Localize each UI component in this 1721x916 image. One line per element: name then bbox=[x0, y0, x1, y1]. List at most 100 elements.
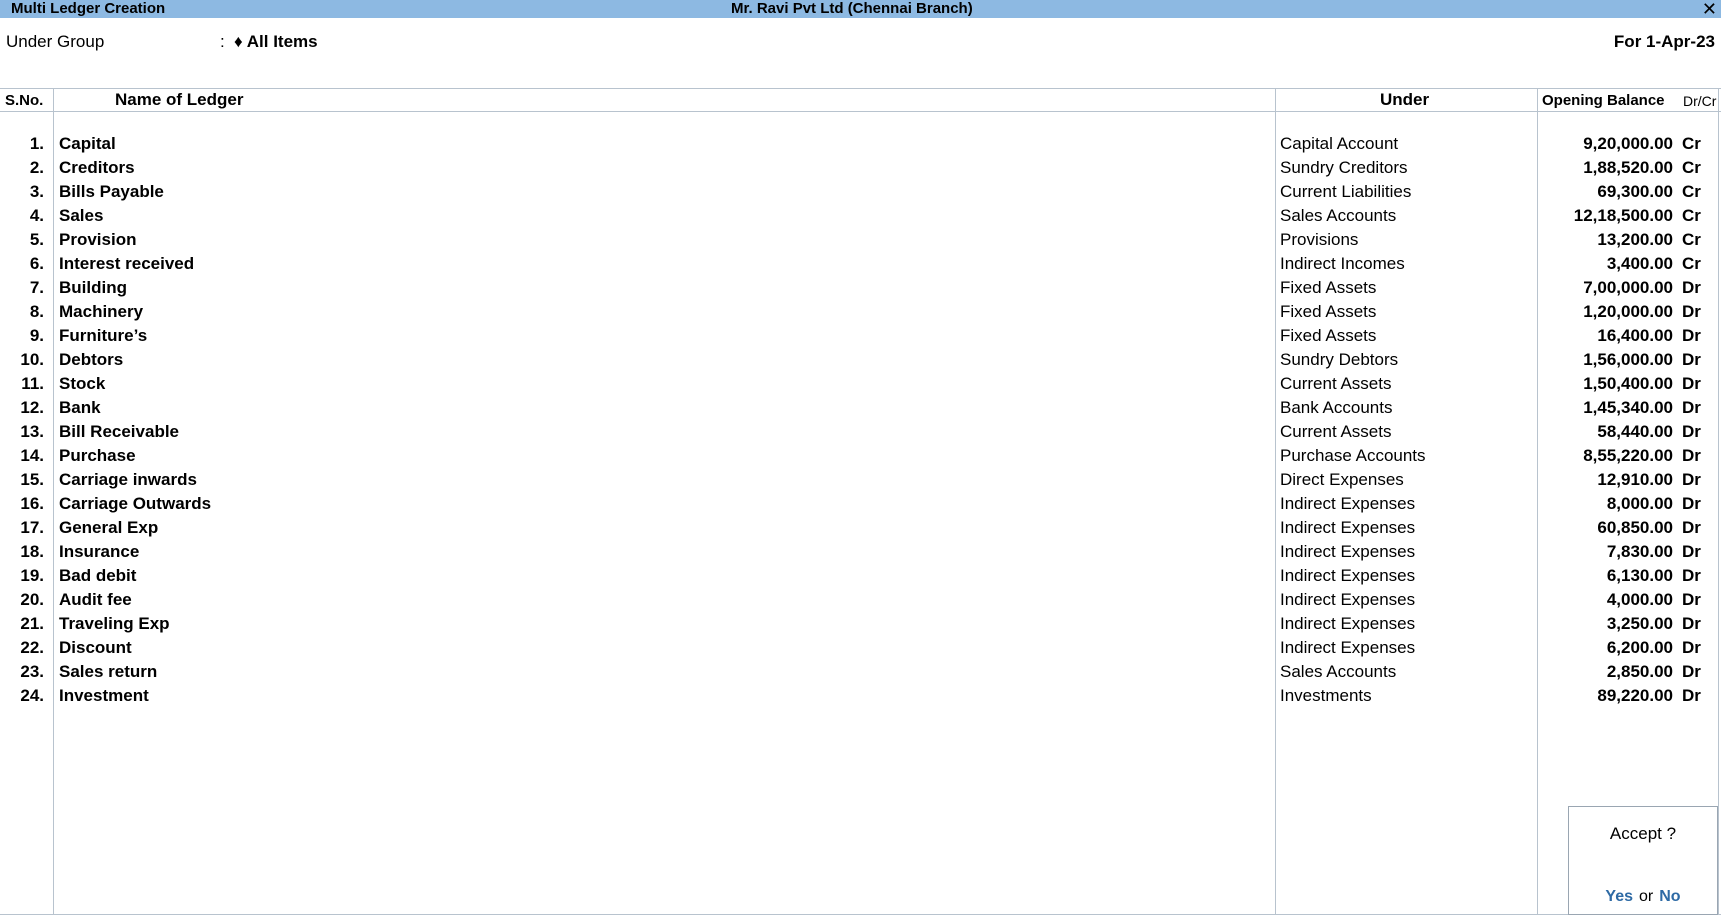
opening-balance-field[interactable]: 6,200.00 bbox=[1607, 636, 1673, 660]
ledger-group-field[interactable]: Provisions bbox=[1280, 228, 1358, 252]
opening-balance-field[interactable]: 12,910.00 bbox=[1597, 468, 1673, 492]
ledger-name-field[interactable]: Stock bbox=[59, 372, 105, 396]
drcr-field[interactable]: Cr bbox=[1682, 252, 1701, 276]
table-row[interactable]: 9. Furniture’s Fixed Assets 16,400.00 Dr bbox=[0, 324, 1721, 348]
ledger-name-field[interactable]: Sales bbox=[59, 204, 103, 228]
table-row[interactable]: 4. Sales Sales Accounts 12,18,500.00 Cr bbox=[0, 204, 1721, 228]
ledger-name-field[interactable]: Provision bbox=[59, 228, 136, 252]
opening-balance-field[interactable]: 1,20,000.00 bbox=[1583, 300, 1673, 324]
opening-balance-field[interactable]: 7,00,000.00 bbox=[1583, 276, 1673, 300]
drcr-field[interactable]: Dr bbox=[1682, 324, 1701, 348]
ledger-name-field[interactable]: Audit fee bbox=[59, 588, 132, 612]
opening-balance-field[interactable]: 3,250.00 bbox=[1607, 612, 1673, 636]
table-row[interactable]: 21. Traveling Exp Indirect Expenses 3,250.0… bbox=[0, 612, 1721, 636]
ledger-group-field[interactable]: Current Assets bbox=[1280, 420, 1392, 444]
ledger-group-field[interactable]: Current Liabilities bbox=[1280, 180, 1411, 204]
ledger-group-field[interactable]: Sales Accounts bbox=[1280, 204, 1396, 228]
ledger-name-field[interactable]: Carriage Outwards bbox=[59, 492, 211, 516]
opening-balance-field[interactable]: 3,400.00 bbox=[1607, 252, 1673, 276]
drcr-field[interactable]: Dr bbox=[1682, 564, 1701, 588]
opening-balance-field[interactable]: 8,55,220.00 bbox=[1583, 444, 1673, 468]
ledger-name-field[interactable]: Furniture’s bbox=[59, 324, 147, 348]
ledger-name-field[interactable]: Traveling Exp bbox=[59, 612, 170, 636]
ledger-group-field[interactable]: Indirect Incomes bbox=[1280, 252, 1405, 276]
ledger-group-field[interactable]: Sundry Creditors bbox=[1280, 156, 1408, 180]
drcr-field[interactable]: Dr bbox=[1682, 588, 1701, 612]
table-row[interactable]: 5. Provision Provisions 13,200.00 Cr bbox=[0, 228, 1721, 252]
ledger-group-field[interactable]: Direct Expenses bbox=[1280, 468, 1404, 492]
drcr-field[interactable]: Dr bbox=[1682, 420, 1701, 444]
drcr-field[interactable]: Cr bbox=[1682, 228, 1701, 252]
opening-balance-field[interactable]: 1,56,000.00 bbox=[1583, 348, 1673, 372]
no-button[interactable]: No bbox=[1659, 888, 1680, 905]
ledger-name-field[interactable]: Investment bbox=[59, 684, 149, 708]
table-row[interactable]: 10. Debtors Sundry Debtors 1,56,000.00 Dr bbox=[0, 348, 1721, 372]
drcr-field[interactable]: Cr bbox=[1682, 180, 1701, 204]
table-row[interactable]: 15. Carriage inwards Direct Expenses 12,910… bbox=[0, 468, 1721, 492]
drcr-field[interactable]: Dr bbox=[1682, 444, 1701, 468]
drcr-field[interactable]: Dr bbox=[1682, 612, 1701, 636]
opening-balance-field[interactable]: 7,830.00 bbox=[1607, 540, 1673, 564]
opening-balance-field[interactable]: 4,000.00 bbox=[1607, 588, 1673, 612]
table-row[interactable]: 20. Audit fee Indirect Expenses 4,000.00 Dr bbox=[0, 588, 1721, 612]
table-row[interactable]: 22. Discount Indirect Expenses 6,200.00 Dr bbox=[0, 636, 1721, 660]
opening-balance-field[interactable]: 9,20,000.00 bbox=[1583, 132, 1673, 156]
ledger-name-field[interactable]: Interest received bbox=[59, 252, 194, 276]
ledger-name-field[interactable]: Carriage inwards bbox=[59, 468, 197, 492]
ledger-name-field[interactable]: Bank bbox=[59, 396, 101, 420]
ledger-group-field[interactable]: Fixed Assets bbox=[1280, 324, 1376, 348]
ledger-group-field[interactable]: Indirect Expenses bbox=[1280, 588, 1415, 612]
ledger-name-field[interactable]: Sales return bbox=[59, 660, 157, 684]
drcr-field[interactable]: Dr bbox=[1682, 468, 1701, 492]
ledger-group-field[interactable]: Bank Accounts bbox=[1280, 396, 1392, 420]
ledger-group-field[interactable]: Indirect Expenses bbox=[1280, 564, 1415, 588]
ledger-name-field[interactable]: Bills Payable bbox=[59, 180, 164, 204]
ledger-group-field[interactable]: Purchase Accounts bbox=[1280, 444, 1426, 468]
drcr-field[interactable]: Dr bbox=[1682, 684, 1701, 708]
ledger-group-field[interactable]: Indirect Expenses bbox=[1280, 516, 1415, 540]
close-icon[interactable]: ✕ bbox=[1702, 0, 1717, 18]
drcr-field[interactable]: Dr bbox=[1682, 540, 1701, 564]
drcr-field[interactable]: Dr bbox=[1682, 276, 1701, 300]
table-row[interactable]: 12. Bank Bank Accounts 1,45,340.00 Dr bbox=[0, 396, 1721, 420]
ledger-name-field[interactable]: Creditors bbox=[59, 156, 135, 180]
table-row[interactable]: 16. Carriage Outwards Indirect Expenses 8,0… bbox=[0, 492, 1721, 516]
drcr-field[interactable]: Cr bbox=[1682, 132, 1701, 156]
table-row[interactable]: 24. Investment Investments 89,220.00 Dr bbox=[0, 684, 1721, 708]
drcr-field[interactable]: Cr bbox=[1682, 204, 1701, 228]
table-row[interactable]: 1. Capital Capital Account 9,20,000.00 Cr bbox=[0, 132, 1721, 156]
opening-balance-field[interactable]: 1,50,400.00 bbox=[1583, 372, 1673, 396]
ledger-group-field[interactable]: Current Assets bbox=[1280, 372, 1392, 396]
table-row[interactable]: 18. Insurance Indirect Expenses 7,830.00 Dr bbox=[0, 540, 1721, 564]
ledger-name-field[interactable]: Bad debit bbox=[59, 564, 136, 588]
opening-balance-field[interactable]: 13,200.00 bbox=[1597, 228, 1673, 252]
opening-balance-field[interactable]: 69,300.00 bbox=[1597, 180, 1673, 204]
drcr-field[interactable]: Cr bbox=[1682, 156, 1701, 180]
ledger-name-field[interactable]: Discount bbox=[59, 636, 132, 660]
ledger-group-field[interactable]: Indirect Expenses bbox=[1280, 612, 1415, 636]
ledger-group-field[interactable]: Sundry Debtors bbox=[1280, 348, 1398, 372]
ledger-group-field[interactable]: Sales Accounts bbox=[1280, 660, 1396, 684]
table-row[interactable]: 11. Stock Current Assets 1,50,400.00 Dr bbox=[0, 372, 1721, 396]
ledger-name-field[interactable]: General Exp bbox=[59, 516, 158, 540]
drcr-field[interactable]: Dr bbox=[1682, 660, 1701, 684]
ledger-group-field[interactable]: Indirect Expenses bbox=[1280, 492, 1415, 516]
table-row[interactable]: 13. Bill Receivable Current Assets 58,440.0… bbox=[0, 420, 1721, 444]
opening-balance-field[interactable]: 1,88,520.00 bbox=[1583, 156, 1673, 180]
opening-balance-field[interactable]: 12,18,500.00 bbox=[1574, 204, 1673, 228]
ledger-group-field[interactable]: Capital Account bbox=[1280, 132, 1398, 156]
table-row[interactable]: 19. Bad debit Indirect Expenses 6,130.00 Dr bbox=[0, 564, 1721, 588]
drcr-field[interactable]: Dr bbox=[1682, 372, 1701, 396]
drcr-field[interactable]: Dr bbox=[1682, 348, 1701, 372]
under-group-field[interactable]: ♦ All Items bbox=[234, 32, 318, 52]
table-row[interactable]: 8. Machinery Fixed Assets 1,20,000.00 Dr bbox=[0, 300, 1721, 324]
drcr-field[interactable]: Dr bbox=[1682, 492, 1701, 516]
ledger-group-field[interactable]: Indirect Expenses bbox=[1280, 636, 1415, 660]
table-row[interactable]: 23. Sales return Sales Accounts 2,850.00 Dr bbox=[0, 660, 1721, 684]
drcr-field[interactable]: Dr bbox=[1682, 396, 1701, 420]
ledger-group-field[interactable]: Indirect Expenses bbox=[1280, 540, 1415, 564]
ledger-name-field[interactable]: Bill Receivable bbox=[59, 420, 179, 444]
table-row[interactable]: 14. Purchase Purchase Accounts 8,55,220.00 D… bbox=[0, 444, 1721, 468]
ledger-group-field[interactable]: Fixed Assets bbox=[1280, 300, 1376, 324]
ledger-name-field[interactable]: Insurance bbox=[59, 540, 139, 564]
